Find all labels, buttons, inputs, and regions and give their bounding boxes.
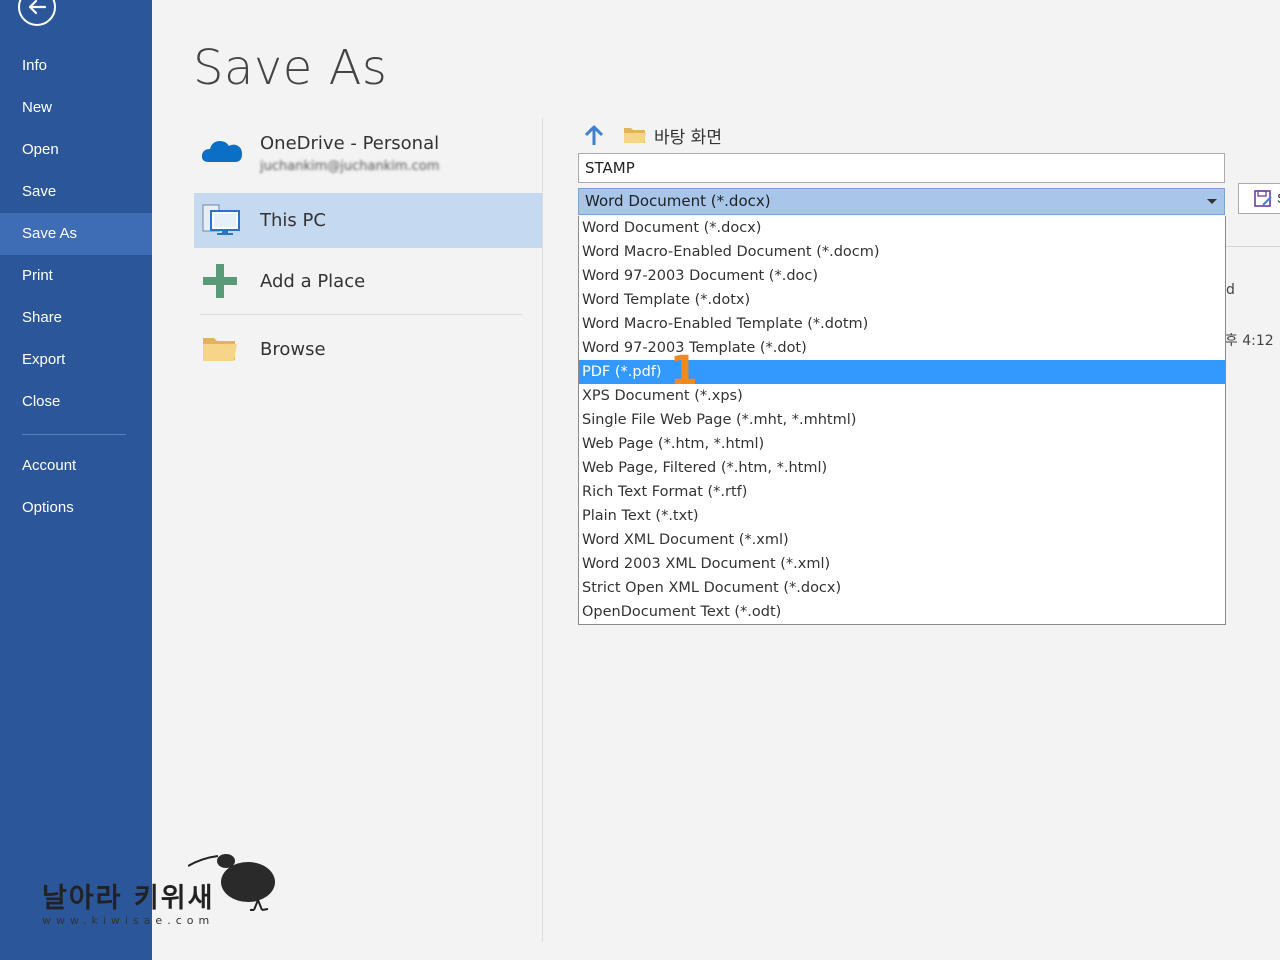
- place-label: This PC: [260, 210, 326, 231]
- up-arrow-icon[interactable]: [583, 124, 605, 146]
- nav-account[interactable]: Account: [0, 445, 152, 487]
- place-sublabel: juchankim@juchankim.com: [260, 159, 440, 174]
- file-type-option[interactable]: Word 2003 XML Document (*.xml): [579, 552, 1225, 576]
- folder-icon: [624, 128, 646, 143]
- nav-info[interactable]: Info: [0, 45, 152, 87]
- plus-icon: [203, 264, 237, 298]
- nav-options[interactable]: Options: [0, 487, 152, 529]
- folder-icon: [203, 338, 237, 361]
- file-type-dropdown-list[interactable]: Word Document (*.docx) Word Macro-Enable…: [578, 216, 1226, 625]
- place-browse[interactable]: Browse: [194, 322, 542, 378]
- nav-share[interactable]: Share: [0, 297, 152, 339]
- nav-save[interactable]: Save: [0, 171, 152, 213]
- nav-new[interactable]: New: [0, 87, 152, 129]
- places-divider: [200, 314, 522, 315]
- back-button[interactable]: [18, 0, 56, 26]
- place-label: Add a Place: [260, 271, 366, 292]
- page-title: Save As: [193, 40, 388, 96]
- onedrive-cloud-icon: [201, 141, 242, 162]
- file-type-select[interactable]: Word Document (*.docx): [578, 188, 1225, 215]
- nav-export[interactable]: Export: [0, 339, 152, 381]
- place-label: Browse: [260, 339, 326, 360]
- backstage-sidebar: Info New Open Save Save As Print Share E…: [0, 0, 152, 960]
- file-type-option[interactable]: Word Macro-Enabled Document (*.docm): [579, 240, 1225, 264]
- save-disk-icon: [1254, 190, 1272, 207]
- dropdown-arrow-icon: [1207, 199, 1217, 204]
- computer-icon: [202, 204, 240, 235]
- file-type-option[interactable]: Strict Open XML Document (*.docx): [579, 576, 1225, 600]
- place-this-pc[interactable]: This PC: [194, 193, 542, 248]
- file-type-value: Word Document (*.docx): [585, 192, 771, 210]
- place-add-a-place[interactable]: Add a Place: [194, 254, 542, 310]
- file-type-option[interactable]: OpenDocument Text (*.odt): [579, 600, 1225, 624]
- column-divider: [542, 118, 543, 942]
- file-type-option[interactable]: Word XML Document (*.xml): [579, 528, 1225, 552]
- file-list-divider: [1226, 246, 1280, 247]
- save-button[interactable]: S: [1238, 183, 1280, 214]
- place-label: OneDrive - Personal: [260, 133, 440, 154]
- step-marker: 1: [670, 348, 698, 394]
- filename-input[interactable]: [578, 153, 1225, 183]
- file-list-fragment: d: [1226, 282, 1235, 298]
- file-type-option[interactable]: Word 97-2003 Document (*.doc): [579, 264, 1225, 288]
- nav-save-as[interactable]: Save As: [0, 213, 152, 255]
- file-type-option[interactable]: Rich Text Format (*.rtf): [579, 480, 1225, 504]
- watermark: 날아라 키위새 www.kiwisae.com: [40, 852, 280, 932]
- file-type-option[interactable]: Plain Text (*.txt): [579, 504, 1225, 528]
- file-type-option[interactable]: Web Page, Filtered (*.htm, *.html): [579, 456, 1225, 480]
- nav-divider: [22, 434, 126, 435]
- nav-print[interactable]: Print: [0, 255, 152, 297]
- back-arrow-icon: [28, 0, 47, 15]
- nav-open[interactable]: Open: [0, 129, 152, 171]
- file-type-option[interactable]: Word Macro-Enabled Template (*.dotm): [579, 312, 1225, 336]
- file-type-option[interactable]: Word Template (*.dotx): [579, 288, 1225, 312]
- watermark-url: www.kiwisae.com: [42, 914, 215, 927]
- nav-close[interactable]: Close: [0, 381, 152, 423]
- place-onedrive[interactable]: OneDrive - Personal juchankim@juchankim.…: [194, 122, 542, 190]
- watermark-title: 날아라 키위새: [42, 883, 215, 914]
- file-type-option[interactable]: Single File Web Page (*.mht, *.mhtml): [579, 408, 1225, 432]
- current-path[interactable]: 바탕 화면: [654, 123, 722, 148]
- file-type-option[interactable]: Web Page (*.htm, *.html): [579, 432, 1225, 456]
- file-type-option[interactable]: Word Document (*.docx): [579, 216, 1225, 240]
